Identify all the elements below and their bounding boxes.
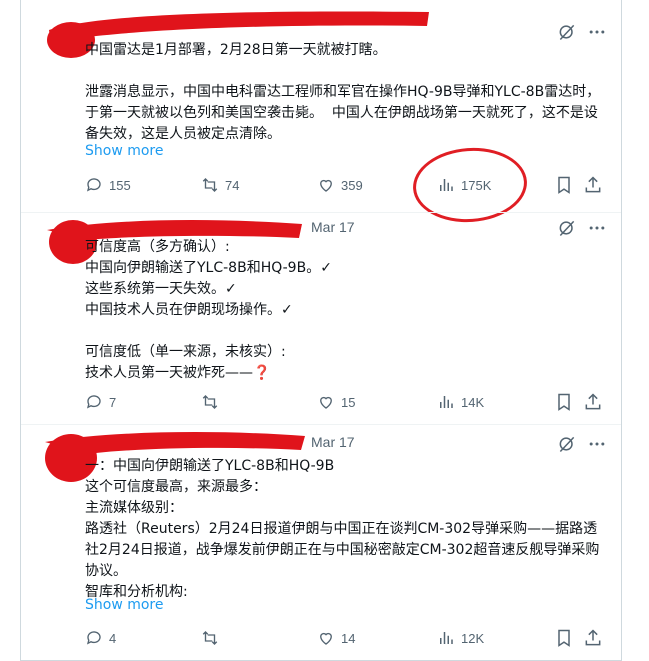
reply-button[interactable]: 7 — [85, 392, 116, 412]
repost-icon — [202, 631, 218, 645]
grok-icon[interactable] — [557, 22, 577, 42]
like-count: 359 — [341, 177, 363, 193]
more-icon[interactable] — [587, 218, 607, 238]
like-button[interactable]: 359 — [317, 175, 363, 195]
share-icon[interactable] — [583, 392, 603, 412]
post-text: 中国雷达是1月部署，2月28日第一天就被打瞎。 泄露消息显示，中国中电科雷达工程… — [85, 42, 601, 142]
post-text: 可信度高（多方确认）: 中国向伊朗输送了YLC-8B和HQ-9B。✓ 这些系统第… — [85, 237, 610, 384]
repost-button[interactable]: 74 — [201, 175, 239, 195]
repost-icon — [202, 395, 218, 409]
like-button[interactable]: 14 — [317, 628, 355, 648]
repost-count: 74 — [225, 177, 240, 193]
like-count: 15 — [341, 394, 356, 410]
like-count: 14 — [341, 630, 356, 646]
more-icon[interactable] — [587, 22, 607, 42]
like-icon — [320, 632, 332, 645]
post-date[interactable]: Mar 17 — [311, 434, 355, 450]
views-button[interactable]: 12K — [437, 628, 484, 648]
like-icon — [320, 179, 332, 192]
repost-button[interactable] — [201, 628, 225, 648]
share-icon[interactable] — [583, 628, 603, 648]
post-2[interactable]: Mar 17 可信度高（多方确认）: 中国向伊朗输送了YLC-8B和HQ-9B。… — [21, 212, 621, 420]
bookmark-icon[interactable] — [554, 392, 574, 412]
views-icon — [440, 396, 453, 408]
views-button[interactable]: 14K — [437, 392, 484, 412]
post-text-body: 可信度高（多方确认）: 中国向伊朗输送了YLC-8B和HQ-9B。✓ 这些系统第… — [85, 239, 332, 381]
post-date[interactable]: Mar 17 — [311, 219, 355, 235]
timeline: 中国雷达是1月部署，2月28日第一天就被打瞎。 泄露消息显示，中国中电科雷达工程… — [20, 0, 622, 661]
show-more-link[interactable]: Show more — [85, 597, 164, 613]
more-icon[interactable] — [587, 434, 607, 454]
views-count: 12K — [461, 630, 485, 646]
grok-icon[interactable] — [557, 218, 577, 238]
show-more-link[interactable]: Show more — [85, 143, 164, 159]
reply-count: 155 — [109, 177, 131, 193]
post-3[interactable]: Mar 17 一：中国向伊朗输送了YLC-8B和HQ-9B 这个可信度最高，来源… — [21, 424, 621, 660]
bookmark-icon[interactable] — [554, 628, 574, 648]
like-button[interactable]: 15 — [317, 392, 355, 412]
reply-icon — [86, 395, 101, 409]
reply-button[interactable]: 155 — [85, 175, 131, 195]
post-1[interactable]: 中国雷达是1月部署，2月28日第一天就被打瞎。 泄露消息显示，中国中电科雷达工程… — [21, 0, 621, 226]
grok-icon[interactable] — [557, 434, 577, 454]
views-icon — [440, 632, 453, 644]
share-icon[interactable] — [583, 175, 603, 195]
views-count: 14K — [461, 394, 485, 410]
repost-icon — [202, 178, 218, 192]
reply-count: 4 — [109, 630, 117, 646]
post-text: 一：中国向伊朗输送了YLC-8B和HQ-9B 这个可信度最高，来源最多： 主流媒… — [85, 458, 600, 600]
repost-button[interactable] — [201, 392, 225, 412]
bookmark-icon[interactable] — [554, 175, 574, 195]
reply-button[interactable]: 4 — [85, 628, 116, 648]
reply-icon — [86, 178, 101, 192]
reply-icon — [86, 631, 101, 645]
reply-count: 7 — [109, 394, 117, 410]
like-icon — [320, 396, 332, 409]
question-mark-emoji: ❓ — [253, 365, 271, 381]
